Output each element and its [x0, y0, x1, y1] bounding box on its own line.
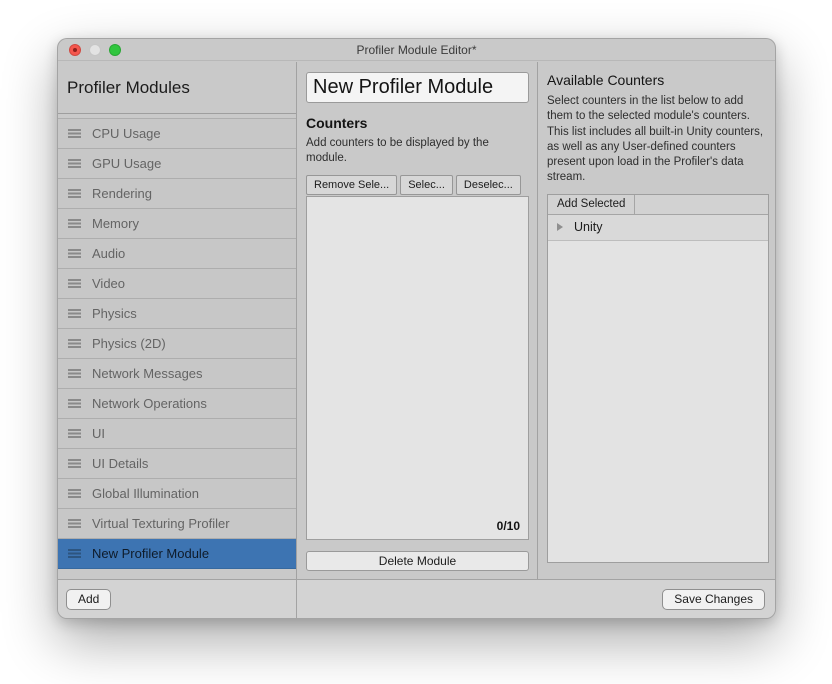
titlebar: Profiler Module Editor*	[58, 39, 775, 61]
expand-arrow-icon[interactable]	[557, 223, 563, 231]
remove-selected-button[interactable]: Remove Sele...	[306, 175, 397, 195]
module-list-item[interactable]: Video	[58, 269, 296, 299]
module-list-item[interactable]: Rendering	[58, 179, 296, 209]
module-list-item[interactable]: Network Messages	[58, 359, 296, 389]
module-label: Physics	[92, 306, 137, 321]
module-list-item[interactable]: Physics	[58, 299, 296, 329]
module-label: New Profiler Module	[92, 546, 209, 561]
window-title: Profiler Module Editor*	[58, 43, 775, 57]
modules-panel: Profiler Modules CPU Usage GPU Usage Rende…	[58, 62, 297, 579]
module-label: Virtual Texturing Profiler	[92, 516, 230, 531]
module-label: Network Messages	[92, 366, 203, 381]
delete-module-button[interactable]: Delete Module	[306, 551, 529, 571]
module-label: CPU Usage	[92, 126, 161, 141]
module-label: Memory	[92, 216, 139, 231]
counters-description: Add counters to be displayed by the modu…	[306, 136, 529, 166]
drag-handle-icon[interactable]	[68, 369, 81, 378]
available-counters-list[interactable]: Add Selected Unity	[547, 194, 769, 563]
drag-handle-icon[interactable]	[68, 129, 81, 138]
module-details-panel: Counters Add counters to be displayed by…	[298, 62, 538, 579]
drag-handle-icon[interactable]	[68, 549, 81, 558]
module-label: Audio	[92, 246, 125, 261]
bottom-bar-left: Add	[58, 580, 297, 618]
add-module-button[interactable]: Add	[66, 589, 111, 610]
counters-toolbar: Remove Sele... Selec... Deselec...	[306, 175, 529, 195]
drag-handle-icon[interactable]	[68, 429, 81, 438]
save-changes-button[interactable]: Save Changes	[662, 589, 765, 610]
counters-title: Counters	[306, 115, 529, 131]
module-list-item[interactable]: Global Illumination	[58, 479, 296, 509]
content: Profiler Modules CPU Usage GPU Usage Rende…	[58, 62, 775, 579]
drag-handle-icon[interactable]	[68, 219, 81, 228]
counter-count: 0/10	[497, 519, 520, 533]
module-list-item[interactable]: UI	[58, 419, 296, 449]
drag-handle-icon[interactable]	[68, 159, 81, 168]
module-name-input[interactable]	[306, 72, 529, 103]
module-list-item[interactable]: Network Operations	[58, 389, 296, 419]
available-counters-panel: Available Counters Select counters in th…	[539, 62, 776, 579]
available-counters-description: Select counters in the list below to add…	[547, 94, 769, 186]
drag-handle-icon[interactable]	[68, 309, 81, 318]
module-label: Global Illumination	[92, 486, 199, 501]
select-all-button[interactable]: Selec...	[400, 175, 453, 195]
modules-panel-title: Profiler Modules	[58, 62, 296, 114]
profiler-module-editor-window: Profiler Module Editor* Profiler Modules…	[57, 38, 776, 619]
drag-handle-icon[interactable]	[68, 339, 81, 348]
drag-handle-icon[interactable]	[68, 519, 81, 528]
bottom-bar-right: Save Changes	[662, 580, 775, 618]
module-counters-list[interactable]: 0/10	[306, 196, 529, 540]
module-label: Rendering	[92, 186, 152, 201]
drag-handle-icon[interactable]	[68, 189, 81, 198]
drag-handle-icon[interactable]	[68, 459, 81, 468]
module-label: Physics (2D)	[92, 336, 166, 351]
deselect-all-button[interactable]: Deselec...	[456, 175, 521, 195]
bottom-bar: Add Save Changes	[58, 579, 775, 618]
module-list-item[interactable]: UI Details	[58, 449, 296, 479]
module-label: Video	[92, 276, 125, 291]
counter-tree-item[interactable]: Unity	[548, 215, 768, 241]
add-selected-button[interactable]: Add Selected	[548, 195, 635, 214]
module-label: Network Operations	[92, 396, 207, 411]
module-list-item[interactable]: CPU Usage	[58, 119, 296, 149]
drag-handle-icon[interactable]	[68, 489, 81, 498]
counter-tree: Unity	[548, 215, 768, 241]
module-list-item[interactable]: Virtual Texturing Profiler	[58, 509, 296, 539]
module-label: GPU Usage	[92, 156, 161, 171]
module-list: CPU Usage GPU Usage Rendering Memory Audio Vi…	[58, 118, 296, 569]
module-label: UI Details	[92, 456, 148, 471]
module-list-item[interactable]: Audio	[58, 239, 296, 269]
module-label: UI	[92, 426, 105, 441]
available-counters-toolbar: Add Selected	[548, 195, 768, 215]
available-counters-title: Available Counters	[547, 72, 769, 88]
module-list-item[interactable]: New Profiler Module	[58, 539, 296, 569]
drag-handle-icon[interactable]	[68, 249, 81, 258]
drag-handle-icon[interactable]	[68, 279, 81, 288]
module-list-item[interactable]: GPU Usage	[58, 149, 296, 179]
counter-group-label: Unity	[574, 220, 602, 234]
drag-handle-icon[interactable]	[68, 399, 81, 408]
module-list-item[interactable]: Physics (2D)	[58, 329, 296, 359]
module-list-item[interactable]: Memory	[58, 209, 296, 239]
